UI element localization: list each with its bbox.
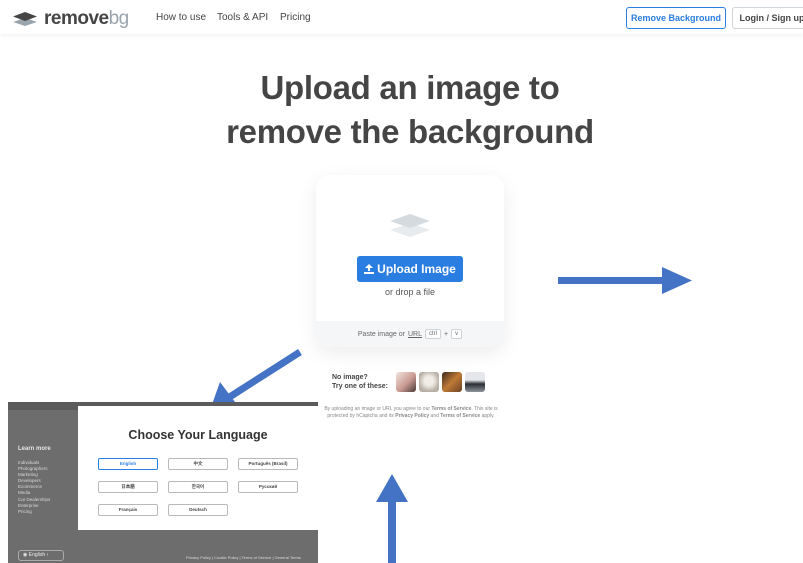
upload-image-button[interactable]: Upload Image [357, 256, 463, 282]
terms-link[interactable]: Terms of Service [431, 406, 471, 412]
remove-background-button[interactable]: Remove Background [626, 7, 726, 29]
language-modal: Choose Your Language English 中文 Portuguê… [78, 406, 318, 530]
arrow-up-icon [376, 474, 408, 563]
page-title: Upload an image to remove the background [0, 66, 803, 154]
globe-icon: ◉ [23, 552, 28, 558]
learn-more-item[interactable]: Car Dealerships [18, 497, 50, 503]
page-title-line-2: remove the background [226, 113, 594, 150]
paste-text: Paste image or [357, 330, 405, 338]
nav-how-to-use[interactable]: How to use [156, 12, 206, 23]
sample-image-woman[interactable] [396, 372, 416, 392]
shortcut-plus: + [444, 330, 449, 338]
nav-pricing[interactable]: Pricing [280, 12, 311, 23]
language-modal-title: Choose Your Language [128, 428, 268, 442]
logo-layers-icon [12, 10, 38, 28]
language-option-english[interactable]: English [98, 458, 158, 470]
terms-notice: By uploading an image or URL you agree t… [317, 406, 505, 420]
upload-image-label: Upload Image [377, 262, 456, 276]
drop-file-text: or drop a file [384, 287, 436, 297]
header: removebg How to use Tools & API Pricing … [0, 0, 803, 34]
url-link[interactable]: URL [408, 331, 422, 338]
sample-prompt: No image? Try one of these: [332, 373, 388, 391]
sample-image-car[interactable] [465, 372, 485, 392]
page: removebg How to use Tools & API Pricing … [0, 0, 803, 563]
terms-link-2[interactable]: Terms of Service [440, 413, 480, 419]
sample-image-food[interactable] [442, 372, 462, 392]
upload-card: Upload Image or drop a file Paste image … [316, 175, 504, 347]
tos-and: and [430, 413, 439, 419]
chevron-right-icon: › [46, 552, 49, 558]
sample-prompt-line-1: No image? [332, 374, 368, 381]
privacy-link[interactable]: Privacy Policy [395, 413, 429, 419]
language-chooser-screenshot: Learn more Individuals Photographers Mar… [8, 402, 318, 563]
upload-arrow-icon [364, 257, 375, 283]
sample-image-dog[interactable] [419, 372, 439, 392]
login-signup-button[interactable]: Login / Sign up [732, 7, 803, 29]
learn-more-heading: Learn more [18, 446, 51, 452]
v-key: v [451, 329, 463, 339]
upload-layers-icon [389, 210, 431, 242]
logo-text: removebg [44, 8, 129, 29]
logo[interactable]: removebg [12, 8, 129, 30]
learn-more-item[interactable]: Pricing [18, 509, 50, 515]
language-selector-button[interactable]: ◉ English › [18, 550, 64, 561]
sample-prompt-line-2: Try one of these: [332, 383, 389, 390]
ctrl-key: ctrl [425, 329, 441, 339]
nav-tools-api[interactable]: Tools & API [217, 12, 268, 23]
language-option-korean[interactable]: 한국어 [168, 481, 228, 493]
language-option-french[interactable]: Français [98, 504, 158, 516]
arrow-right-icon [558, 267, 692, 294]
language-option-japanese[interactable]: 日本語 [98, 481, 158, 493]
page-title-line-1: Upload an image to [260, 69, 560, 106]
tos-text-start: By uploading an image or URL you agree t… [324, 406, 431, 412]
footer-links[interactable]: Privacy Policy | Cookie Policy | Terms o… [186, 555, 301, 560]
learn-more-list: Individuals Photographers Marketing Deve… [18, 460, 50, 515]
language-option-portuguese[interactable]: Português (Brasil) [238, 458, 298, 470]
tos-text-end: apply. [481, 413, 495, 419]
language-option-russian[interactable]: Русский [238, 481, 298, 493]
paste-bar[interactable]: Paste image or URL ctrl + v [316, 321, 504, 347]
language-pill-label: English [28, 552, 46, 558]
language-option-german[interactable]: Deutsch [168, 504, 228, 516]
language-option-chinese[interactable]: 中文 [168, 458, 228, 470]
